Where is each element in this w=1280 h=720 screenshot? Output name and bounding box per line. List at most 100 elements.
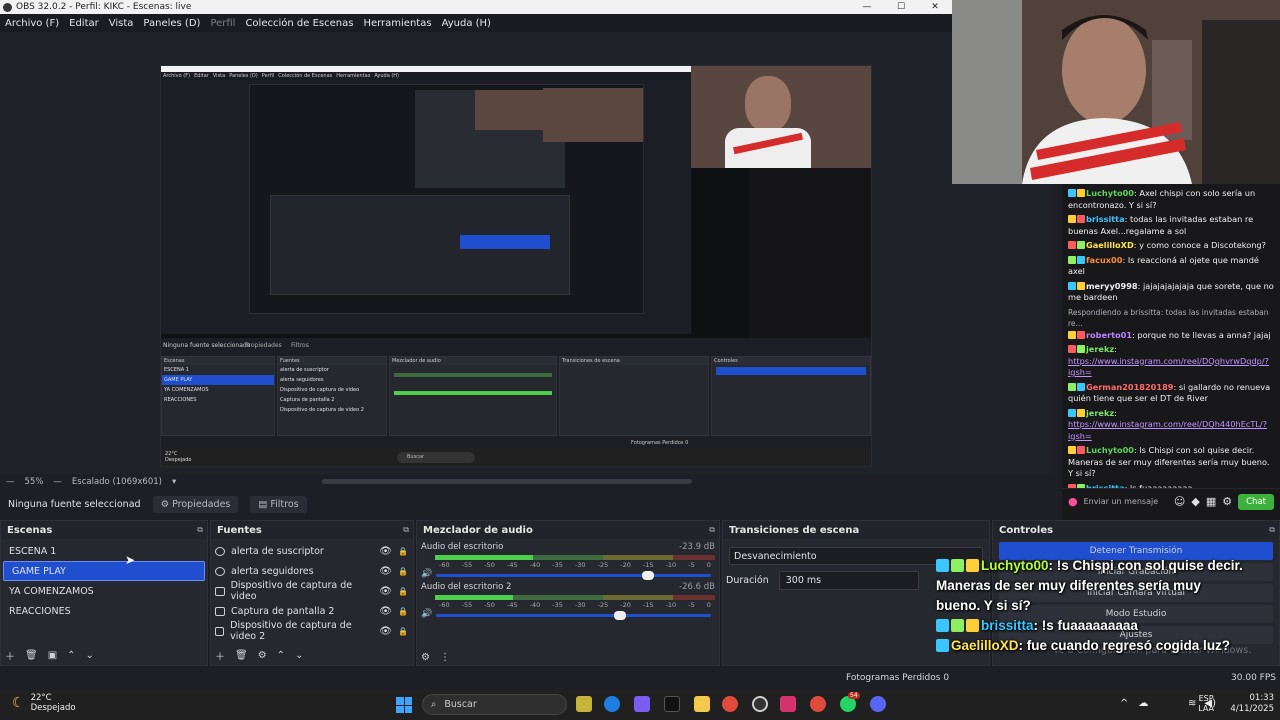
file-explorer-icon[interactable]	[694, 696, 710, 712]
chat-settings-icon[interactable]: ⚙	[1222, 495, 1232, 508]
source-settings-icon[interactable]: ⚙	[258, 650, 267, 661]
lock-icon[interactable]: 🔒	[398, 567, 408, 576]
chat-link[interactable]: https://www.instagram.com/reel/DQqhvrwDq…	[1068, 356, 1269, 378]
add-source-icon[interactable]: ＋	[215, 648, 225, 663]
scene-item-selected[interactable]: GAME PLAY	[3, 561, 205, 581]
chrome-icon[interactable]	[810, 696, 826, 712]
chat-username[interactable]: Luchyto00	[1086, 188, 1134, 198]
menu-ayuda[interactable]: Ayuda (H)	[437, 18, 496, 29]
source-item[interactable]: Dispositivo de captura de video 👁 🔒	[211, 580, 413, 602]
add-scene-icon[interactable]: ＋	[5, 648, 15, 663]
menu-paneles[interactable]: Paneles (D)	[138, 18, 205, 29]
mic-icon[interactable]: ●	[1068, 495, 1078, 508]
zoom-out-icon[interactable]: —	[6, 477, 15, 487]
eye-icon[interactable]: 👁	[379, 566, 392, 577]
scene-item[interactable]: ESCENA 1	[1, 541, 207, 561]
lock-icon[interactable]: 🔒	[398, 607, 408, 616]
preview-canvas[interactable]: Archivo (F) Editar Vista Paneles (D) Perfil C…	[160, 65, 872, 467]
menu-archivo[interactable]: Archivo (F)	[0, 18, 64, 29]
volume-slider-knob[interactable]	[641, 571, 654, 580]
quick-settings[interactable]: ≋ ◀)	[1188, 698, 1216, 709]
chat-link[interactable]: https://www.instagram.com/reel/DQh440hEc…	[1068, 419, 1267, 441]
lock-icon[interactable]: 🔒	[398, 627, 408, 636]
preview-area[interactable]: Archivo (F) Editar Vista Paneles (D) Perfil C…	[0, 32, 1052, 474]
edge-icon[interactable]	[604, 696, 620, 712]
weather-widget[interactable]: ☾ 22°C Despejado	[12, 693, 76, 713]
mixer-settings-icon[interactable]: ⚙	[421, 652, 430, 663]
taskbar-search[interactable]: ⌕ Buscar	[422, 694, 567, 715]
volume-slider-knob[interactable]	[614, 611, 627, 620]
twitch-chat[interactable]: Luchyto00: Axel chispi con solo sería un…	[1062, 184, 1280, 520]
remove-scene-icon[interactable]: 🗑	[25, 650, 38, 661]
scene-filters-icon[interactable]: ▣	[48, 650, 57, 661]
preview-scrollbar[interactable]	[322, 479, 692, 484]
maximize-icon[interactable]: ☐	[884, 2, 918, 12]
move-up-icon[interactable]: ⌃	[277, 650, 285, 661]
zoom-level[interactable]: 55%	[25, 477, 44, 487]
menu-herramientas[interactable]: Herramientas	[358, 18, 436, 29]
remove-source-icon[interactable]: 🗑	[235, 650, 248, 661]
lock-icon[interactable]: 🔒	[398, 547, 408, 556]
chat-username[interactable]: GaelilloXD	[1086, 240, 1134, 250]
move-down-icon[interactable]: ⌄	[86, 650, 94, 661]
calendar-icon[interactable]: ▦	[1206, 495, 1216, 508]
scale-dropdown-icon[interactable]: ▾	[172, 477, 176, 487]
zoom-in-icon[interactable]: —	[53, 477, 62, 487]
instagram-icon[interactable]	[780, 696, 796, 712]
duration-field[interactable]: 300 ms	[778, 571, 919, 590]
chat-username[interactable]: jerekz	[1086, 344, 1114, 354]
scene-item[interactable]: YA COMENZAMOS	[1, 581, 207, 601]
tiktok-icon[interactable]	[664, 696, 680, 712]
source-item[interactable]: alerta de suscriptor 👁 🔒	[211, 541, 413, 561]
mute-speaker-icon[interactable]: 🔊	[421, 569, 432, 579]
chat-username[interactable]: facux00	[1086, 255, 1122, 265]
undock-icon[interactable]: ⧉	[709, 525, 715, 535]
whatsapp-icon[interactable]: 54	[840, 692, 860, 712]
scale-label[interactable]: Escalado (1069x601)	[72, 477, 162, 487]
scene-item[interactable]: REACCIONES	[1, 601, 207, 621]
menu-vista[interactable]: Vista	[104, 18, 139, 29]
chat-username[interactable]: German201820189	[1086, 382, 1173, 392]
undock-icon[interactable]: ⧉	[197, 525, 203, 535]
source-item[interactable]: Captura de pantalla 2 👁 🔒	[211, 601, 413, 621]
move-up-icon[interactable]: ⌃	[67, 650, 75, 661]
chrome-icon[interactable]	[722, 696, 738, 712]
chat-input[interactable]: Enviar un mensaje	[1084, 497, 1168, 506]
properties-button[interactable]: ⚙ Propiedades	[152, 495, 239, 513]
chevron-up-icon[interactable]: ^	[1120, 698, 1128, 709]
mute-speaker-icon[interactable]: 🔊	[421, 609, 432, 619]
undock-icon[interactable]: ⧉	[403, 525, 409, 535]
menu-perfil[interactable]: Perfil	[205, 18, 240, 29]
volume-slider[interactable]	[436, 611, 711, 620]
source-item[interactable]: Dispositivo de captura de video 2 👁 🔒	[211, 620, 413, 642]
minimize-icon[interactable]: —	[850, 2, 884, 12]
copilot-icon[interactable]	[634, 696, 650, 712]
menu-editar[interactable]: Editar	[64, 18, 104, 29]
eye-icon[interactable]: 👁	[379, 626, 392, 637]
chat-username[interactable]: brissitta	[1086, 214, 1125, 224]
taskbar-app-icon[interactable]	[576, 696, 592, 712]
eye-icon[interactable]: 👁	[379, 586, 392, 597]
taskbar-clock[interactable]: 01:33 4/11/2025	[1230, 693, 1274, 715]
close-icon[interactable]: ✕	[918, 2, 952, 12]
lock-icon[interactable]: 🔒	[398, 587, 408, 596]
system-tray[interactable]: ^ ☁	[1120, 698, 1148, 709]
filters-button[interactable]: ▤ Filtros	[250, 495, 307, 513]
emote-icon[interactable]: ☺	[1174, 495, 1185, 508]
eye-icon[interactable]: 👁	[379, 546, 392, 557]
discord-icon[interactable]	[870, 696, 886, 712]
chat-username[interactable]: Luchyto00	[1086, 445, 1134, 455]
source-item[interactable]: alerta seguidores 👁 🔒	[211, 561, 413, 581]
chat-username[interactable]: meryy0998	[1086, 281, 1138, 291]
cloud-icon[interactable]: ☁	[1138, 698, 1148, 709]
more-icon[interactable]: ⋮	[440, 652, 450, 663]
volume-slider[interactable]	[436, 571, 711, 580]
obs-taskbar-icon[interactable]	[752, 696, 768, 712]
chat-send-button[interactable]: Chat	[1238, 493, 1274, 510]
undock-icon[interactable]: ⧉	[1269, 525, 1275, 535]
menu-coleccion-escenas[interactable]: Colección de Escenas	[240, 18, 358, 29]
chat-username[interactable]: jerekz	[1086, 408, 1114, 418]
windows-start-icon[interactable]	[396, 697, 412, 713]
move-down-icon[interactable]: ⌄	[295, 650, 303, 661]
eye-icon[interactable]: 👁	[379, 606, 392, 617]
